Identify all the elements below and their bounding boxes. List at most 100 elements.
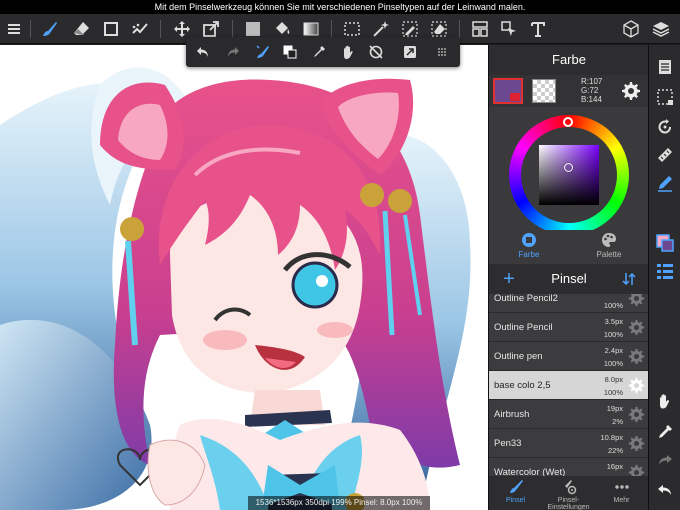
brush-tool-icon[interactable] — [38, 17, 62, 41]
brush-opacity: 100% — [603, 301, 623, 310]
tab-palette[interactable]: Palette — [569, 232, 649, 264]
right-panel: Farbe R:107 G:72 B:144 Farbe Palette + P… — [488, 45, 649, 510]
shape-tool-icon[interactable] — [99, 17, 123, 41]
brush-opacity: 100% — [603, 359, 623, 368]
secondary-color-indicator — [510, 93, 520, 101]
brush-opacity: 100% — [603, 388, 623, 397]
document-icon[interactable] — [655, 57, 675, 77]
cursor-tool-icon[interactable] — [497, 17, 521, 41]
tab-mehr[interactable]: Mehr — [595, 479, 648, 509]
tab-farbe-label: Farbe — [518, 250, 540, 259]
saturation-value-square[interactable] — [539, 145, 599, 205]
frame-tool-icon[interactable] — [468, 17, 492, 41]
color-panel-tabs: Farbe Palette — [489, 230, 649, 264]
brush-name: base colo 2,5 — [494, 380, 551, 391]
toolbar-divider — [232, 20, 233, 38]
tab-pinsel[interactable]: Pinsel — [489, 479, 542, 509]
brush-row[interactable]: Pen33 10.8px 22% — [489, 429, 649, 458]
brush-name: Outline pen — [494, 351, 543, 362]
fullscreen-icon[interactable] — [399, 41, 421, 63]
undo-strip-icon[interactable] — [655, 480, 675, 500]
text-tool-icon[interactable] — [526, 17, 550, 41]
more-icon — [614, 485, 629, 489]
toolbar-divider — [331, 20, 332, 38]
layers-icon[interactable] — [649, 17, 673, 41]
tab-farbe[interactable]: Farbe — [489, 232, 569, 264]
brush-size: 8.0px — [604, 375, 623, 384]
eraser-tool-icon[interactable] — [70, 17, 94, 41]
redo-strip-icon[interactable] — [655, 450, 675, 470]
color-panel-toggle-icon[interactable] — [655, 233, 675, 253]
brush-list: Outline Pencil2 100% Outline Pencil 3.5px 10… — [489, 294, 649, 476]
brush-name: Watercolor (Wet) — [494, 467, 566, 476]
brush-settings-gear-icon[interactable] — [628, 319, 645, 336]
tab-pinsel-label: Pinsel — [505, 497, 526, 504]
rgb-r: R:107 — [581, 77, 603, 86]
rgb-g: G:72 — [581, 86, 599, 95]
toolbar-divider — [30, 20, 31, 38]
brush-opacity: 100% — [603, 330, 623, 339]
artwork-image — [0, 67, 471, 510]
color-swap-icon[interactable] — [279, 41, 301, 63]
palette-icon — [602, 233, 616, 247]
color-wheel-icon — [522, 233, 536, 247]
primary-color-swatch[interactable] — [493, 78, 523, 104]
tab-palette-label: Palette — [596, 250, 622, 259]
brush-name: Outline Pencil — [494, 322, 553, 333]
brush-settings-gear-icon[interactable] — [628, 294, 645, 307]
brush-row[interactable]: base colo 2,5 8.0px 100% — [489, 371, 649, 400]
brush-settings-gear-icon[interactable] — [628, 406, 645, 423]
color-settings-gear-icon[interactable] — [621, 81, 641, 101]
brush-icon — [509, 480, 523, 493]
color-wheel-area — [489, 107, 649, 237]
eyedropper-icon[interactable] — [308, 41, 330, 63]
right-tool-strip — [648, 45, 680, 510]
subbar-more-icon[interactable] — [431, 41, 453, 63]
brush-settings-gear-icon[interactable] — [628, 377, 645, 394]
brush-name: Pen33 — [494, 438, 522, 449]
redo-icon[interactable] — [222, 41, 244, 63]
stabilizer-pen-icon[interactable] — [655, 173, 675, 193]
brush-row[interactable]: Watercolor (Wet) 16px — [489, 458, 649, 476]
transparent-color-swatch[interactable] — [532, 79, 556, 103]
undo-icon[interactable] — [192, 41, 214, 63]
eyedropper-strip-icon[interactable] — [655, 422, 675, 442]
ruler-icon[interactable] — [655, 145, 675, 165]
tool-hint-bar: Mit dem Pinselwerkzeug können Sie mit ve… — [0, 0, 680, 14]
sv-cursor[interactable] — [564, 163, 573, 172]
brush-panel-title: Pinsel — [551, 271, 587, 286]
brush-settings-gear-icon[interactable] — [628, 464, 645, 476]
brush-row[interactable]: Outline Pencil 3.5px 100% — [489, 313, 649, 342]
menu-icon[interactable] — [2, 17, 26, 41]
hand-pan-icon[interactable] — [655, 391, 675, 411]
brush-panel-toggle-icon[interactable] — [655, 261, 675, 281]
add-brush-icon[interactable]: + — [499, 269, 519, 289]
materials-icon[interactable] — [619, 17, 643, 41]
brush-size: 3.5px — [604, 317, 623, 326]
brush-subtoolbar — [186, 37, 460, 67]
hand-icon[interactable] — [337, 41, 359, 63]
rgb-readout: R:107 G:72 B:144 — [581, 77, 602, 104]
rotate-off-icon[interactable] — [365, 41, 387, 63]
rotate-canvas-icon[interactable] — [655, 117, 675, 137]
brush-row[interactable]: Outline Pencil2 100% — [489, 294, 649, 313]
brush-size: 10.8px — [600, 433, 623, 442]
toolbar-divider — [160, 20, 161, 38]
toolbar-divider — [459, 20, 460, 38]
brush-name: Outline Pencil2 — [494, 294, 558, 304]
dot-brush-icon[interactable] — [128, 17, 152, 41]
brush-settings-gear-icon[interactable] — [628, 435, 645, 452]
color-panel-title: Farbe — [489, 45, 649, 75]
sort-brushes-icon[interactable] — [621, 271, 637, 287]
tab-pinsel-einstellungen[interactable]: Pinsel-Einstellungen — [542, 479, 595, 510]
selection-panel-icon[interactable] — [655, 87, 675, 107]
medibang-app: Mit dem Pinselwerkzeug können Sie mit ve… — [0, 0, 680, 510]
color-swatch-row: R:107 G:72 B:144 — [489, 75, 649, 107]
hue-cursor[interactable] — [563, 117, 573, 127]
hue-ring[interactable] — [509, 115, 629, 235]
brush-row[interactable]: Airbrush 19px 2% — [489, 400, 649, 429]
brush-settings-gear-icon[interactable] — [628, 348, 645, 365]
brush-row[interactable]: Outline pen 2.4px 100% — [489, 342, 649, 371]
drawing-canvas[interactable] — [0, 45, 488, 510]
snap-brush-icon[interactable] — [252, 41, 274, 63]
